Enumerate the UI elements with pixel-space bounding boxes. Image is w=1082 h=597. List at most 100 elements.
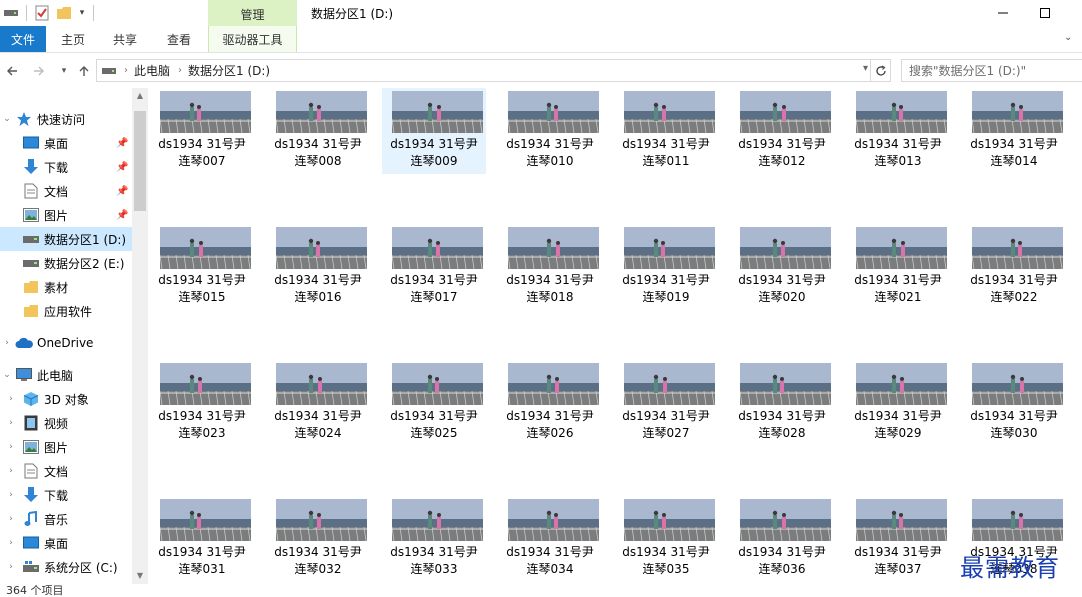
nav-documents-pc[interactable]: › 文档 xyxy=(0,459,132,483)
file-item[interactable]: ds1934 31号尹 连琴029 xyxy=(846,360,950,446)
file-item[interactable]: ds1934 31号尹 连琴035 xyxy=(614,496,718,582)
tab-home[interactable]: 主页 xyxy=(50,26,96,52)
collapsed-chevron-icon[interactable]: › xyxy=(6,418,16,428)
file-item[interactable]: ds1934 31号尹 连琴031 xyxy=(150,496,254,582)
file-item[interactable]: ds1934 31号尹 连琴033 xyxy=(382,496,486,582)
manage-context-tab[interactable]: 管理 xyxy=(208,0,297,28)
nav-this-pc[interactable]: ⌄ 此电脑 xyxy=(0,363,132,387)
file-item[interactable]: ds1934 31号尹 连琴026 xyxy=(498,360,602,446)
file-item[interactable]: ds1934 31号尹 连琴023 xyxy=(150,360,254,446)
navigation-pane-scrollbar[interactable]: ▲ ▼ xyxy=(132,88,148,584)
file-item[interactable]: ds1934 31号尹 连琴016 xyxy=(266,224,370,310)
back-button[interactable] xyxy=(3,61,21,81)
pin-icon[interactable]: 📌 xyxy=(116,210,128,221)
breadcrumb-separator-icon[interactable]: › xyxy=(178,65,182,76)
collapsed-chevron-icon[interactable]: › xyxy=(6,466,16,476)
address-bar[interactable]: › 此电脑 › 数据分区1 (D:) ▾ xyxy=(96,59,871,82)
file-item[interactable]: ds1934 31号尹 连琴014 xyxy=(962,88,1066,174)
forward-button[interactable] xyxy=(30,61,48,81)
file-name-line2: 连琴015 xyxy=(178,290,226,304)
desktop-icon xyxy=(22,534,40,552)
nav-drive-c[interactable]: › 系统分区 (C:) xyxy=(0,555,132,579)
maximize-button[interactable] xyxy=(1022,0,1068,26)
folder-icon xyxy=(22,302,40,320)
refresh-button[interactable] xyxy=(871,59,891,82)
file-item[interactable]: ds1934 31号尹 连琴017 xyxy=(382,224,486,310)
nav-quick-access[interactable]: ⌄ 快速访问 xyxy=(0,107,132,131)
nav-folder-materials[interactable]: 素材 xyxy=(0,275,132,299)
nav-onedrive[interactable]: › OneDrive xyxy=(0,331,132,355)
address-dropdown-icon[interactable]: ▾ xyxy=(863,63,868,74)
file-item[interactable]: ds1934 31号尹 连琴011 xyxy=(614,88,718,174)
nav-pictures-pc[interactable]: › 图片 xyxy=(0,435,132,459)
collapsed-chevron-icon[interactable]: › xyxy=(6,442,16,452)
file-item[interactable]: ds1934 31号尹 连琴021 xyxy=(846,224,950,310)
file-item[interactable]: ds1934 31号尹 连琴032 xyxy=(266,496,370,582)
tab-share[interactable]: 共享 xyxy=(102,26,148,52)
minimize-button[interactable] xyxy=(980,0,1026,26)
file-item[interactable]: ds1934 31号尹 连琴028 xyxy=(730,360,834,446)
nav-documents[interactable]: 文档 📌 xyxy=(0,179,132,203)
file-item[interactable]: ds1934 31号尹 连琴012 xyxy=(730,88,834,174)
expand-ribbon-icon[interactable]: ⌄ xyxy=(1064,32,1078,46)
drive-icon xyxy=(22,254,40,272)
collapsed-chevron-icon[interactable]: › xyxy=(6,514,16,524)
file-item[interactable]: ds1934 31号尹 连琴009 xyxy=(382,88,486,174)
pin-icon[interactable]: 📌 xyxy=(116,186,128,197)
customize-toolbar-icon[interactable]: ▾ xyxy=(75,2,89,24)
nav-drive-d[interactable]: 数据分区1 (D:) xyxy=(0,227,132,251)
collapsed-chevron-icon[interactable]: › xyxy=(6,562,16,572)
drive-icon[interactable] xyxy=(0,2,22,24)
file-item[interactable]: ds1934 31号尹 连琴013 xyxy=(846,88,950,174)
file-item[interactable]: ds1934 31号尹 连琴010 xyxy=(498,88,602,174)
file-item[interactable]: ds1934 31号尹 连琴022 xyxy=(962,224,1066,310)
file-item[interactable]: ds1934 31号尹 连琴019 xyxy=(614,224,718,310)
breadcrumb-this-pc[interactable]: 此电脑 xyxy=(134,62,170,79)
breadcrumb-current-drive[interactable]: 数据分区1 (D:) xyxy=(188,62,270,79)
up-button[interactable] xyxy=(75,61,93,81)
nav-desktop[interactable]: 桌面 📌 xyxy=(0,131,132,155)
file-item[interactable]: ds1934 31号尹 连琴015 xyxy=(150,224,254,310)
collapsed-chevron-icon[interactable]: › xyxy=(2,338,12,348)
file-item[interactable]: ds1934 31号尹 连琴025 xyxy=(382,360,486,446)
file-item[interactable]: ds1934 31号尹 连琴027 xyxy=(614,360,718,446)
file-item[interactable]: ds1934 31号尹 连琴024 xyxy=(266,360,370,446)
file-item[interactable]: ds1934 31号尹 连琴030 xyxy=(962,360,1066,446)
scrollbar-thumb[interactable] xyxy=(134,111,146,211)
tab-file[interactable]: 文件 xyxy=(0,26,46,52)
file-item[interactable]: ds1934 31号尹 连琴037 xyxy=(846,496,950,582)
pin-icon[interactable]: 📌 xyxy=(116,162,128,173)
recent-locations-button[interactable]: ▾ xyxy=(55,61,73,81)
collapsed-chevron-icon[interactable]: › xyxy=(6,394,16,404)
new-folder-icon[interactable] xyxy=(53,2,75,24)
file-item[interactable]: ds1934 31号尹 连琴008 xyxy=(266,88,370,174)
expanded-chevron-icon[interactable]: ⌄ xyxy=(2,114,12,124)
collapsed-chevron-icon[interactable]: › xyxy=(6,490,16,500)
file-item[interactable]: ds1934 31号尹 连琴018 xyxy=(498,224,602,310)
file-item[interactable]: ds1934 31号尹 连琴020 xyxy=(730,224,834,310)
nav-pictures[interactable]: 图片 📌 xyxy=(0,203,132,227)
nav-desktop-pc[interactable]: › 桌面 xyxy=(0,531,132,555)
expanded-chevron-icon[interactable]: ⌄ xyxy=(2,370,12,380)
scroll-up-icon[interactable]: ▲ xyxy=(132,88,148,104)
file-item[interactable]: ds1934 31号尹 连琴007 xyxy=(150,88,254,174)
nav-folder-software[interactable]: 应用软件 xyxy=(0,299,132,323)
scroll-down-icon[interactable]: ▼ xyxy=(132,568,148,584)
pin-icon[interactable]: 📌 xyxy=(116,138,128,149)
tab-drive-tools[interactable]: 驱动器工具 xyxy=(208,26,297,52)
nav-videos[interactable]: › 视频 xyxy=(0,411,132,435)
file-thumbnail xyxy=(276,227,367,269)
file-item[interactable]: ds1934 31号尹 连琴034 xyxy=(498,496,602,582)
file-name-line1: ds1934 31号尹 xyxy=(390,545,478,559)
properties-icon[interactable] xyxy=(31,2,53,24)
nav-3d-objects[interactable]: › 3D 对象 xyxy=(0,387,132,411)
search-input[interactable]: 搜索"数据分区1 (D:)" xyxy=(901,59,1082,82)
tab-view[interactable]: 查看 xyxy=(156,26,202,52)
nav-drive-e[interactable]: 数据分区2 (E:) xyxy=(0,251,132,275)
nav-downloads-pc[interactable]: › 下载 xyxy=(0,483,132,507)
file-item[interactable]: ds1934 31号尹 连琴036 xyxy=(730,496,834,582)
nav-downloads[interactable]: 下载 📌 xyxy=(0,155,132,179)
collapsed-chevron-icon[interactable]: › xyxy=(6,538,16,548)
breadcrumb-separator-icon[interactable]: › xyxy=(124,65,128,76)
nav-music[interactable]: › 音乐 xyxy=(0,507,132,531)
